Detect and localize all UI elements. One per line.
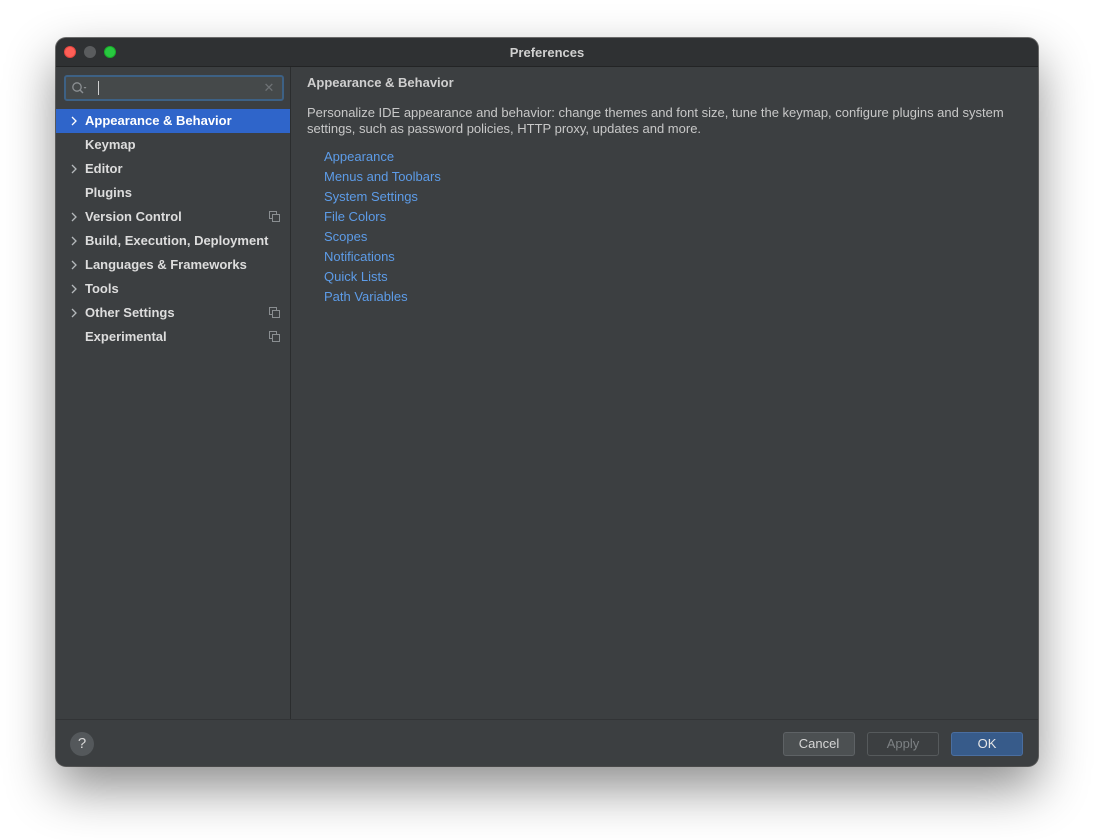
subsection-link[interactable]: Scopes bbox=[324, 227, 441, 247]
search-field[interactable]: ✕ bbox=[64, 75, 284, 101]
apply-button[interactable]: Apply bbox=[867, 732, 939, 756]
sidebar-item[interactable]: Other Settings bbox=[56, 301, 290, 325]
search-icon[interactable] bbox=[71, 81, 87, 95]
subsection-link[interactable]: Menus and Toolbars bbox=[324, 167, 441, 187]
cancel-button[interactable]: Cancel bbox=[783, 732, 855, 756]
sidebar-item-label: Build, Execution, Deployment bbox=[85, 233, 269, 248]
project-level-icon bbox=[269, 331, 280, 342]
sidebar-item-label: Tools bbox=[85, 281, 119, 296]
sidebar-item[interactable]: Tools bbox=[56, 277, 290, 301]
sidebar-item-label: Languages & Frameworks bbox=[85, 257, 247, 272]
preferences-window: Preferences ✕ Appearance & Behavior Keyma… bbox=[56, 38, 1038, 766]
title-bar: Preferences bbox=[56, 38, 1038, 67]
chevron-right-icon[interactable] bbox=[69, 253, 79, 277]
sidebar-item[interactable]: Appearance & Behavior bbox=[56, 109, 290, 133]
chevron-right-icon[interactable] bbox=[69, 157, 79, 181]
ok-button[interactable]: OK bbox=[951, 732, 1023, 756]
chevron-right-icon[interactable] bbox=[69, 229, 79, 253]
sidebar-item-label: Keymap bbox=[85, 137, 136, 152]
sidebar-item[interactable]: Experimental bbox=[56, 325, 290, 349]
subsection-links: Appearance Menus and Toolbars System Setti… bbox=[324, 147, 441, 307]
sidebar-item[interactable]: Build, Execution, Deployment bbox=[56, 229, 290, 253]
chevron-right-icon[interactable] bbox=[69, 109, 79, 133]
section-title: Appearance & Behavior bbox=[307, 75, 454, 90]
project-level-icon bbox=[269, 307, 280, 318]
sidebar-item[interactable]: Editor bbox=[56, 157, 290, 181]
chevron-right-icon[interactable] bbox=[69, 277, 79, 301]
sidebar-item-label: Plugins bbox=[85, 185, 132, 200]
clear-icon[interactable]: ✕ bbox=[262, 81, 276, 95]
sidebar-item[interactable]: Version Control bbox=[56, 205, 290, 229]
text-caret bbox=[98, 81, 99, 95]
subsection-link[interactable]: Notifications bbox=[324, 247, 441, 267]
subsection-link[interactable]: Appearance bbox=[324, 147, 441, 167]
project-level-icon bbox=[269, 211, 280, 222]
section-description: Personalize IDE appearance and behavior:… bbox=[307, 105, 1004, 136]
chevron-right-icon[interactable] bbox=[69, 205, 79, 229]
sidebar-item-label: Editor bbox=[85, 161, 123, 176]
help-button[interactable]: ? bbox=[70, 732, 94, 756]
subsection-link[interactable]: Path Variables bbox=[324, 287, 441, 307]
settings-sidebar: ✕ Appearance & Behavior Keymap Editor Plugi… bbox=[56, 67, 291, 719]
sidebar-item[interactable]: Keymap bbox=[56, 133, 290, 157]
dialog-footer: ? Cancel Apply OK bbox=[56, 719, 1038, 766]
sidebar-item-label: Other Settings bbox=[85, 305, 175, 320]
subsection-link[interactable]: File Colors bbox=[324, 207, 441, 227]
subsection-link[interactable]: System Settings bbox=[324, 187, 441, 207]
subsection-link[interactable]: Quick Lists bbox=[324, 267, 441, 287]
sidebar-item[interactable]: Languages & Frameworks bbox=[56, 253, 290, 277]
sidebar-item[interactable]: Plugins bbox=[56, 181, 290, 205]
sidebar-item-label: Version Control bbox=[85, 209, 182, 224]
settings-tree: Appearance & Behavior Keymap Editor Plugins… bbox=[56, 109, 290, 349]
sidebar-item-label: Appearance & Behavior bbox=[85, 113, 232, 128]
window-title: Preferences bbox=[509, 45, 585, 60]
sidebar-item-label: Experimental bbox=[85, 329, 167, 344]
settings-content: Appearance & Behavior Personalize IDE ap… bbox=[291, 67, 1038, 719]
chevron-right-icon[interactable] bbox=[69, 301, 79, 325]
